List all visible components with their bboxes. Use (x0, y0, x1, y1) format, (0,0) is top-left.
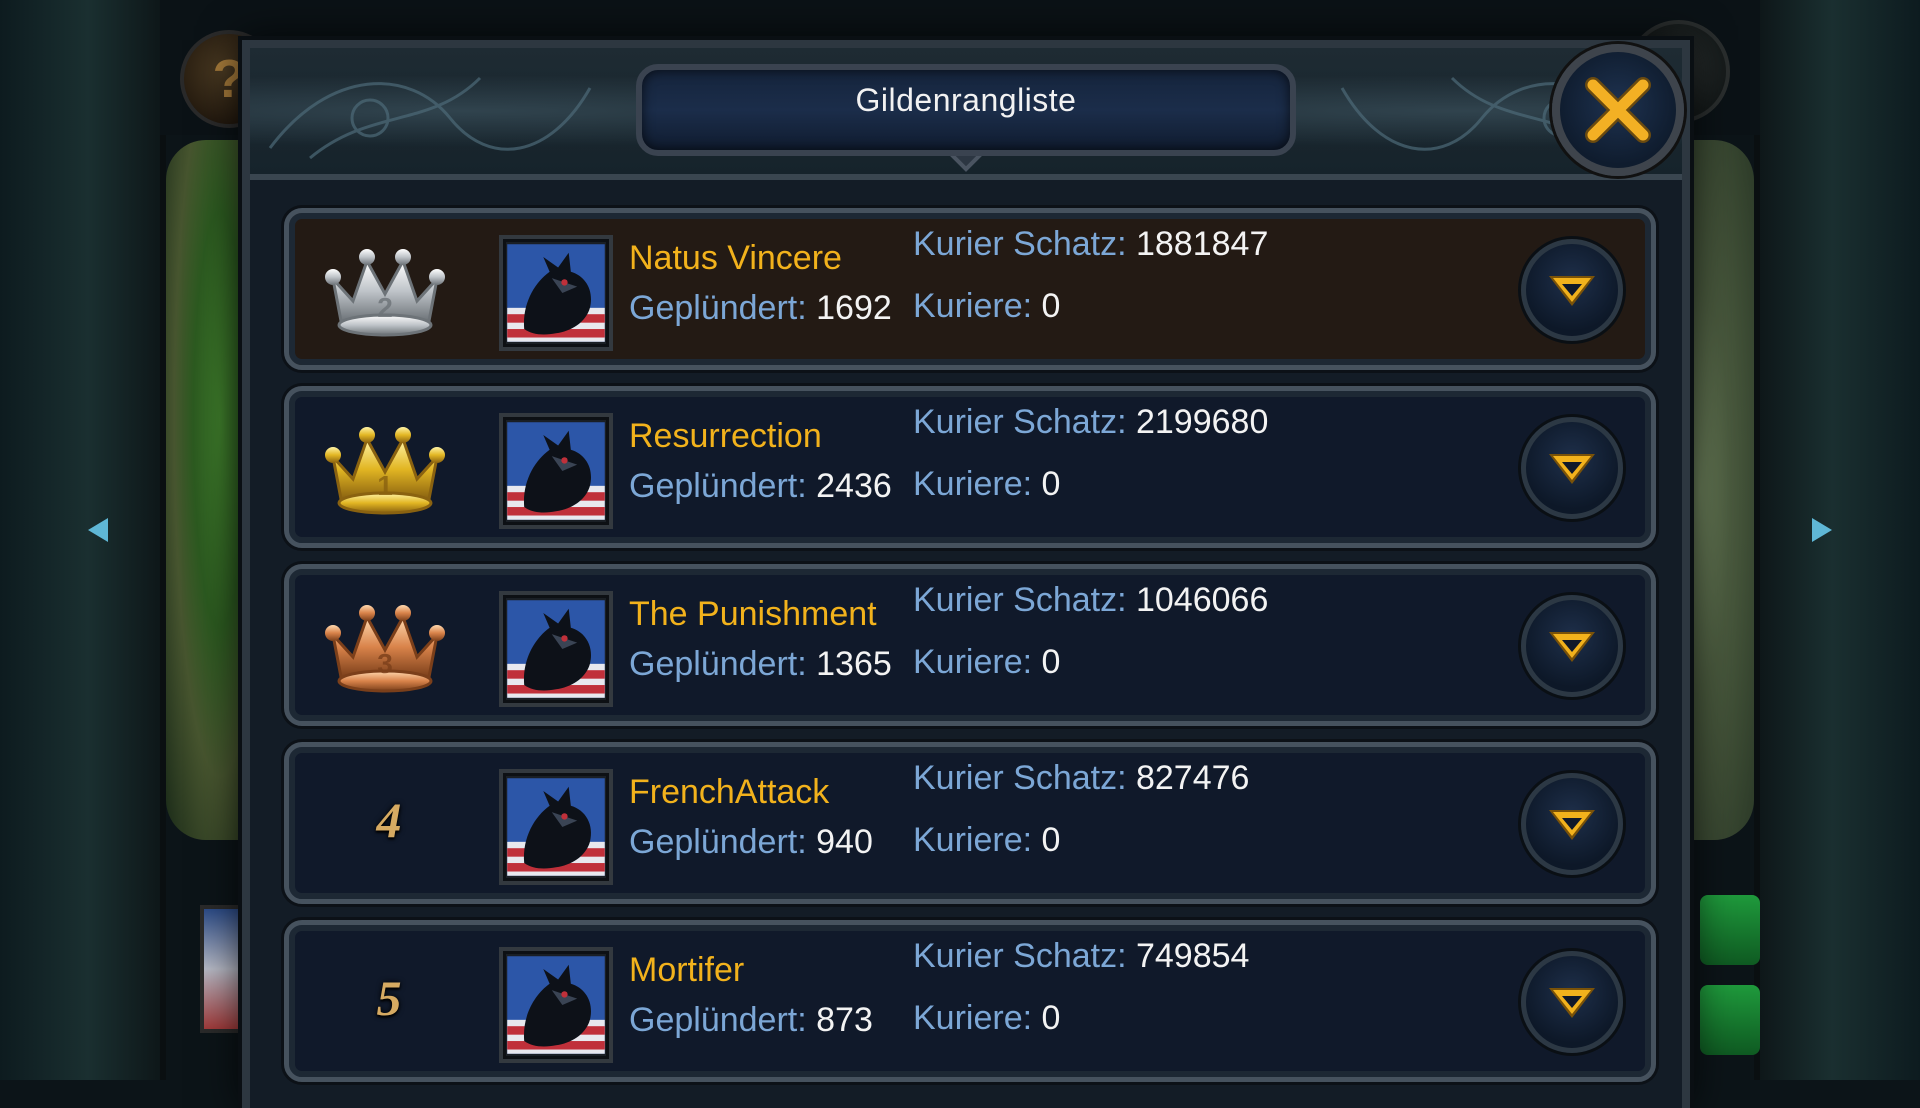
arrow-left-icon[interactable] (88, 518, 108, 542)
courier-treasure-label: Kurier Schatz: (913, 225, 1127, 263)
chevron-down-icon (1549, 810, 1595, 840)
couriers-label: Kuriere: (913, 999, 1033, 1037)
background-left-panel (0, 0, 166, 1080)
plunder-value: 940 (816, 823, 873, 861)
expand-button[interactable] (1521, 951, 1623, 1053)
courier-treasure-value: 1046066 (1135, 581, 1269, 619)
courier-treasure-value: 2199680 (1135, 403, 1269, 441)
ranking-row[interactable]: 1 Resurrection Geplündert: 2436 Kurier S… (284, 386, 1656, 548)
rank-number: 5 (376, 970, 402, 1026)
rank-number: 4 (376, 792, 402, 848)
plunder-label: Geplündert: (629, 467, 807, 505)
plunder-value: 1692 (816, 289, 892, 327)
courier-treasure-label: Kurier Schatz: (913, 937, 1127, 975)
ranking-row[interactable]: 3 The Punishment Geplündert: 1365 Kurier… (284, 564, 1656, 726)
close-button[interactable] (1552, 44, 1684, 176)
couriers-value: 0 (1041, 465, 1061, 503)
close-x-icon (1585, 77, 1651, 143)
courier-treasure-stat: Kurier Schatz: 1046066 (913, 581, 1268, 620)
courier-treasure-stat: Kurier Schatz: 1881847 (913, 225, 1268, 264)
guild-ranking-dialog: Gildenrangliste 2 Natus Vincere Geplünde… (242, 40, 1690, 1108)
ranking-row[interactable]: 5 Mortifer Geplündert: 873 Kurier Schatz (284, 920, 1656, 1082)
plunder-label: Geplündert: (629, 645, 807, 683)
background-right-panel (1754, 0, 1920, 1080)
plunder-stat: Geplündert: 940 (629, 823, 873, 862)
arrow-right-icon[interactable] (1812, 518, 1832, 542)
chevron-down-icon (1549, 988, 1595, 1018)
silver-crown-icon: 2 (325, 249, 445, 337)
title-plate: Gildenrangliste (636, 64, 1296, 172)
couriers-stat: Kuriere: 0 (913, 821, 1060, 860)
guild-name[interactable]: Resurrection (629, 417, 822, 456)
courier-treasure-label: Kurier Schatz: (913, 581, 1127, 619)
chevron-down-icon (1549, 454, 1595, 484)
guild-name[interactable]: The Punishment (629, 595, 877, 634)
couriers-label: Kuriere: (913, 643, 1033, 681)
guild-emblem-icon[interactable] (499, 947, 613, 1063)
couriers-label: Kuriere: (913, 287, 1033, 325)
plunder-stat: Geplündert: 2436 (629, 467, 892, 506)
dialog-header: Gildenrangliste (250, 48, 1682, 180)
green-side-button[interactable] (1700, 985, 1760, 1055)
guild-emblem-icon[interactable] (499, 235, 613, 351)
couriers-label: Kuriere: (913, 465, 1033, 503)
guild-name[interactable]: Natus Vincere (629, 239, 842, 278)
couriers-value: 0 (1041, 999, 1061, 1037)
plunder-value: 2436 (816, 467, 892, 505)
bronze-crown-icon: 3 (325, 605, 445, 693)
couriers-value: 0 (1041, 643, 1061, 681)
couriers-stat: Kuriere: 0 (913, 465, 1060, 504)
question-mark-icon: ? (212, 49, 246, 109)
expand-button[interactable] (1521, 239, 1623, 341)
plunder-label: Geplündert: (629, 289, 807, 327)
courier-treasure-stat: Kurier Schatz: 827476 (913, 759, 1249, 798)
plunder-stat: Geplündert: 1692 (629, 289, 892, 328)
guild-name[interactable]: FrenchAttack (629, 773, 829, 812)
chevron-down-icon (1549, 276, 1595, 306)
gold-crown-icon: 1 (325, 427, 445, 515)
chevron-down-icon (1549, 632, 1595, 662)
expand-button[interactable] (1521, 773, 1623, 875)
courier-treasure-label: Kurier Schatz: (913, 759, 1127, 797)
couriers-stat: Kuriere: 0 (913, 643, 1060, 682)
rank-number: 1 (377, 470, 393, 501)
plunder-label: Geplündert: (629, 823, 807, 861)
courier-treasure-value: 749854 (1135, 937, 1250, 975)
ranking-row[interactable]: 4 FrenchAttack Geplündert: 940 Kurier Sc (284, 742, 1656, 904)
couriers-value: 0 (1041, 287, 1061, 325)
courier-treasure-stat: Kurier Schatz: 749854 (913, 937, 1249, 976)
couriers-value: 0 (1041, 821, 1061, 859)
dialog-title: Gildenrangliste (855, 82, 1077, 118)
courier-treasure-label: Kurier Schatz: (913, 403, 1127, 441)
couriers-stat: Kuriere: 0 (913, 287, 1060, 326)
plunder-value: 1365 (816, 645, 892, 683)
courier-treasure-value: 827476 (1135, 759, 1250, 797)
plunder-stat: Geplündert: 873 (629, 1001, 873, 1040)
expand-button[interactable] (1521, 417, 1623, 519)
courier-treasure-value: 1881847 (1135, 225, 1269, 263)
guild-emblem-icon[interactable] (499, 413, 613, 529)
rank-number: 2 (377, 292, 393, 323)
guild-name[interactable]: Mortifer (629, 951, 744, 990)
couriers-label: Kuriere: (913, 821, 1033, 859)
green-side-button[interactable] (1700, 895, 1760, 965)
guild-emblem-icon[interactable] (499, 769, 613, 885)
ranking-row[interactable]: 2 Natus Vincere Geplündert: 1692 Kurier … (284, 208, 1656, 370)
guild-emblem-icon[interactable] (499, 591, 613, 707)
plunder-label: Geplündert: (629, 1001, 807, 1039)
courier-treasure-stat: Kurier Schatz: 2199680 (913, 403, 1268, 442)
rank-number: 3 (377, 648, 393, 679)
expand-button[interactable] (1521, 595, 1623, 697)
plunder-stat: Geplündert: 1365 (629, 645, 892, 684)
couriers-stat: Kuriere: 0 (913, 999, 1060, 1038)
plunder-value: 873 (816, 1001, 873, 1039)
